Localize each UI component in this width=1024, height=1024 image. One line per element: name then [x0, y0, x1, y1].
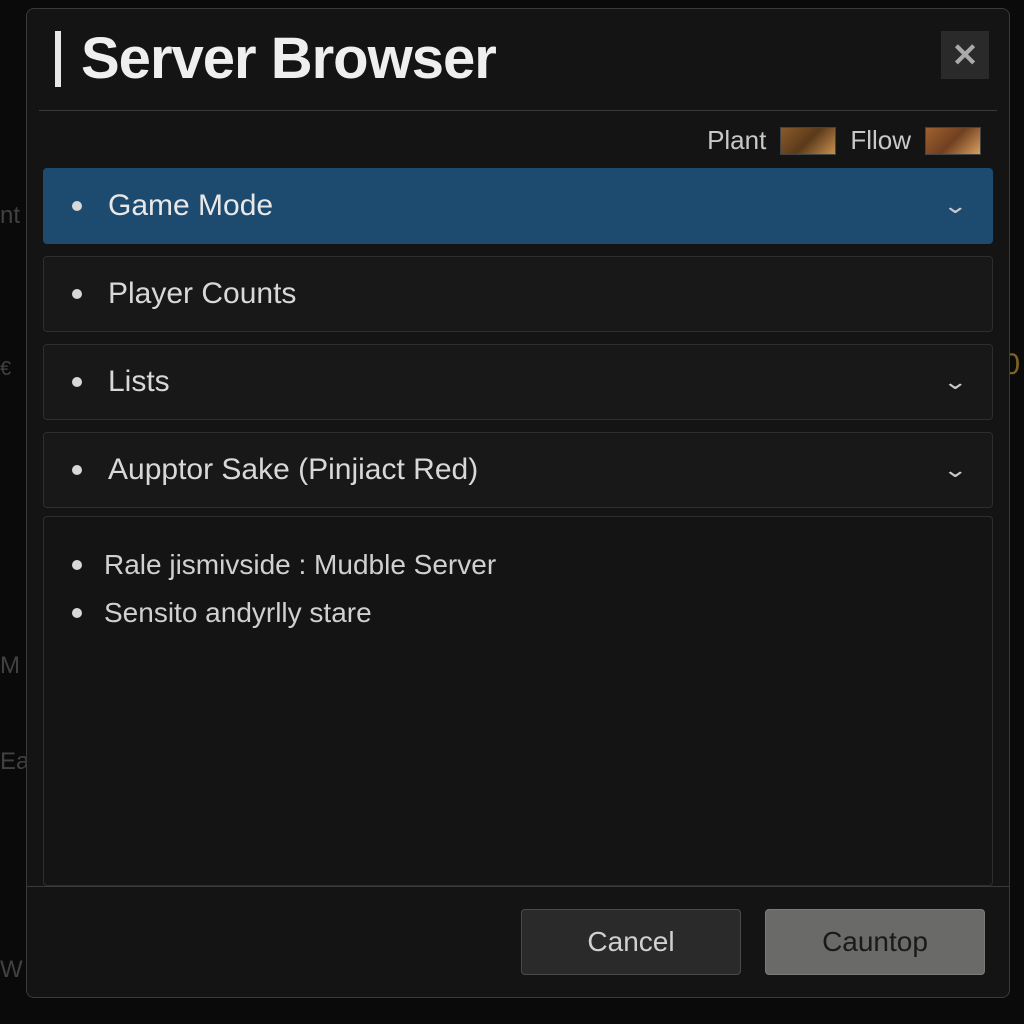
bullet-icon: [72, 465, 82, 475]
filter-list: Game Mode ⌄ Player Counts Lists ⌄ Auppto…: [27, 168, 1009, 508]
filter-label: Aupptor Sake (Pinjiact Red): [108, 453, 946, 487]
filter-label: Player Counts: [108, 277, 964, 311]
list-item[interactable]: Rale jismivside : Mudble Server: [72, 541, 964, 589]
cancel-button-label: Cancel: [587, 926, 674, 958]
server-name: Sensito andyrlly stare: [104, 597, 372, 629]
bullet-icon: [72, 608, 82, 618]
chevron-down-icon: ⌄: [942, 457, 968, 483]
plant-thumbnail[interactable]: [780, 127, 836, 155]
close-icon: ✕: [952, 36, 979, 74]
bullet-icon: [72, 201, 82, 211]
map-selector-row: Plant Fllow: [27, 111, 1009, 168]
server-name: Rale jismivside : Mudble Server: [104, 549, 496, 581]
bullet-icon: [72, 289, 82, 299]
chevron-down-icon: ⌄: [942, 193, 968, 219]
list-item[interactable]: Sensito andyrlly stare: [72, 589, 964, 637]
filter-label: Lists: [108, 365, 946, 399]
dialog-header: Server Browser ✕: [27, 9, 1009, 102]
plant-label: Plant: [707, 125, 766, 156]
cauntop-button[interactable]: Cauntop: [765, 909, 985, 975]
close-button[interactable]: ✕: [941, 31, 989, 79]
filter-game-mode[interactable]: Game Mode ⌄: [43, 168, 993, 244]
server-results: Rale jismivside : Mudble Server Sensito …: [43, 516, 993, 886]
filter-player-counts[interactable]: Player Counts: [43, 256, 993, 332]
chevron-down-icon: ⌄: [942, 369, 968, 395]
dialog-footer: Cancel Cauntop: [27, 886, 1009, 997]
fllow-label: Fllow: [850, 125, 911, 156]
title-accent-bar: [55, 31, 61, 87]
bullet-icon: [72, 377, 82, 387]
server-browser-dialog: Server Browser ✕ Plant Fllow Game Mode ⌄…: [26, 8, 1010, 998]
filter-label: Game Mode: [108, 189, 946, 223]
dialog-title: Server Browser: [81, 25, 941, 92]
fllow-thumbnail[interactable]: [925, 127, 981, 155]
filter-lists[interactable]: Lists ⌄: [43, 344, 993, 420]
cauntop-button-label: Cauntop: [822, 926, 928, 958]
cancel-button[interactable]: Cancel: [521, 909, 741, 975]
bullet-icon: [72, 560, 82, 570]
filter-aupptor-sake[interactable]: Aupptor Sake (Pinjiact Red) ⌄: [43, 432, 993, 508]
